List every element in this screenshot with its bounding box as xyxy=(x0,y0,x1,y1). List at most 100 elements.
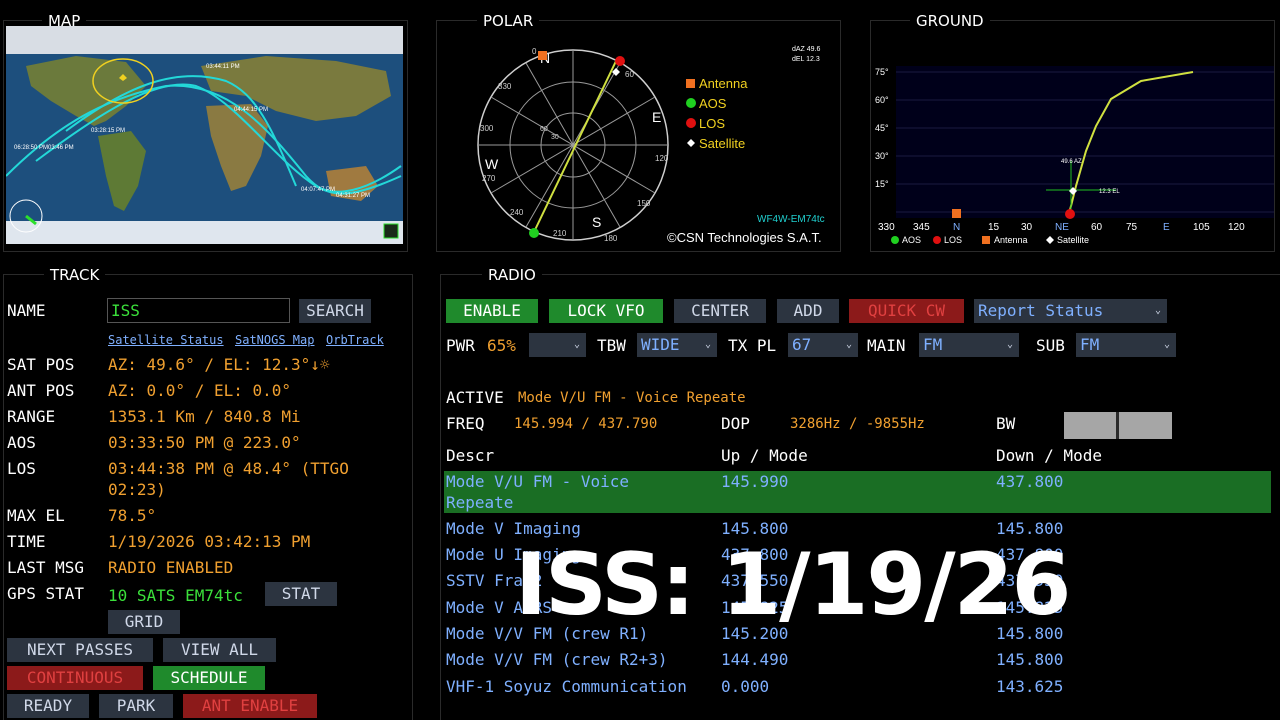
main-select[interactable]: FM ⌄ xyxy=(919,333,1019,357)
polar-plot: N E S W 0 330 300 270 240 210 180 150 12… xyxy=(477,46,825,245)
tbw-label: TBW xyxy=(597,336,626,355)
polar-deg-240: 240 xyxy=(510,208,524,217)
dop-label: DOP xyxy=(721,414,750,433)
ready-button[interactable]: READY xyxy=(7,694,89,718)
stat-button[interactable]: STAT xyxy=(265,582,337,606)
ground-plot: 75° 60° 45° 30° 15° 49.6 AZ 12.3 EL 330 … xyxy=(875,66,1274,245)
satellite-status-link[interactable]: Satellite Status xyxy=(108,333,224,347)
row-down: 145.800 xyxy=(996,650,1064,669)
ground-x-n: N xyxy=(953,222,960,233)
max-el-label: MAX EL xyxy=(7,506,65,525)
polar-s: S xyxy=(592,214,601,230)
satellite-name-input[interactable]: ISS xyxy=(107,298,290,323)
track-title: TRACK xyxy=(44,266,106,284)
ground-legend-satellite: Satellite xyxy=(1057,235,1089,245)
center-button[interactable]: CENTER xyxy=(674,299,766,323)
orbit-time-label: 04:31:27 PM xyxy=(336,193,370,199)
last-msg-label: LAST MSG xyxy=(7,558,85,577)
continuous-button[interactable]: CONTINUOUS xyxy=(7,666,143,690)
row-descr: Mode V/V FM (crew R2+3) xyxy=(446,650,668,669)
orbit-time-label: 03:46 PM xyxy=(48,145,74,151)
chevron-down-icon: ⌄ xyxy=(1006,339,1013,350)
lock-vfo-button[interactable]: LOCK VFO xyxy=(549,299,663,323)
ground-y-60: 60° xyxy=(875,95,889,105)
add-button[interactable]: ADD xyxy=(777,299,839,323)
bw-slider-handle[interactable] xyxy=(1116,412,1119,439)
overlay-title: ISS: 1/19/26 xyxy=(515,535,1071,635)
gps-stat-value: 10 SATS EM74tc xyxy=(108,586,243,605)
ground-x-105: 105 xyxy=(1193,222,1210,233)
col-down-mode: Down / Mode xyxy=(996,446,1102,465)
last-msg-value: RADIO ENABLED xyxy=(108,558,234,577)
polar-del: dEL 12.3 xyxy=(792,56,820,63)
next-passes-button[interactable]: NEXT PASSES xyxy=(7,638,153,662)
ground-el: 12.3 EL xyxy=(1099,189,1120,195)
active-value: Mode V/U FM - Voice Repeate xyxy=(518,390,746,406)
polar-w: W xyxy=(485,156,499,172)
orbit-time-label: 03:28:15 PM xyxy=(91,128,125,134)
ground-x-15: 15 xyxy=(988,222,1000,233)
row-up: 145.990 xyxy=(721,472,789,491)
ground-legend-antenna: Antenna xyxy=(994,235,1028,245)
schedule-button[interactable]: SCHEDULE xyxy=(153,666,265,690)
polar-deg-300: 300 xyxy=(480,124,494,133)
report-status-select[interactable]: Report Status ⌄ xyxy=(974,299,1167,323)
max-el-value: 78.5° xyxy=(108,506,157,525)
table-row[interactable]: Mode V/U FM - Voice Repeate 145.990 437.… xyxy=(444,471,1271,513)
chevron-down-icon: ⌄ xyxy=(845,339,852,350)
world-map[interactable]: 03:28:15 PM 06:28:50 PM 03:46 PM 04:44:15 P… xyxy=(6,26,403,244)
grid-button[interactable]: GRID xyxy=(108,610,180,634)
view-all-button[interactable]: VIEW ALL xyxy=(163,638,276,662)
polar-daz: dAZ 49.6 xyxy=(792,46,821,53)
bw-slider[interactable] xyxy=(1064,412,1172,439)
chevron-down-icon: ⌄ xyxy=(573,339,580,350)
aos-label: AOS xyxy=(7,433,36,452)
aos-value: 03:33:50 PM @ 223.0° xyxy=(108,433,301,452)
dop-value: 3286Hz / -9855Hz xyxy=(790,416,925,432)
chevron-down-icon: ⌄ xyxy=(1163,339,1170,350)
row-down: 143.625 xyxy=(996,677,1064,696)
range-label: RANGE xyxy=(7,407,56,426)
legend-satellite: Satellite xyxy=(699,136,745,151)
satnogs-map-link[interactable]: SatNOGS Map xyxy=(235,333,314,347)
sat-pos-value: AZ: 49.6° / EL: 12.3°↓☼ xyxy=(108,355,330,374)
freq-label: FREQ xyxy=(446,414,485,433)
ground-x-ne: NE xyxy=(1055,222,1069,233)
sub-label: SUB xyxy=(1036,336,1065,355)
polar-deg-270: 270 xyxy=(482,174,496,183)
ground-y-30: 30° xyxy=(875,151,889,161)
time-value: 1/19/2026 03:42:13 PM xyxy=(108,532,311,551)
los-value-cont: 02:23) xyxy=(108,480,166,499)
chevron-down-icon: ⌄ xyxy=(704,339,711,350)
orbit-time-label: 06:28:50 PM xyxy=(14,145,48,151)
legend-antenna: Antenna xyxy=(699,76,748,91)
name-label: NAME xyxy=(7,301,46,320)
tx-pl-select[interactable]: 67 ⌄ xyxy=(788,333,858,357)
table-row[interactable]: Mode V/V FM (crew R2+3) 144.490 145.800 xyxy=(444,647,1271,673)
orbtrack-link[interactable]: OrbTrack xyxy=(326,333,384,347)
quick-cw-button[interactable]: QUICK CW xyxy=(849,299,964,323)
ground-x-60: 60 xyxy=(1091,222,1103,233)
ground-x-330: 330 xyxy=(878,222,895,233)
los-value: 03:44:38 PM @ 48.4° (TTGO xyxy=(108,459,349,478)
row-descr-cont: Repeate xyxy=(446,493,514,512)
search-button[interactable]: SEARCH xyxy=(299,299,371,323)
ground-x-e: E xyxy=(1163,222,1170,233)
legend-aos: AOS xyxy=(699,96,727,111)
tbw-select[interactable]: WIDE ⌄ xyxy=(637,333,717,357)
park-button[interactable]: PARK xyxy=(99,694,173,718)
ground-legend-aos: AOS xyxy=(902,235,921,245)
sub-select[interactable]: FM ⌄ xyxy=(1076,333,1176,357)
polar-deg-180: 180 xyxy=(604,234,618,243)
table-row[interactable]: VHF-1 Soyuz Communication 0.000 143.625 xyxy=(444,674,1271,700)
chevron-down-icon: ⌄ xyxy=(1154,305,1161,316)
pwr-value: 65% xyxy=(487,336,516,355)
ant-enable-button[interactable]: ANT ENABLE xyxy=(183,694,317,718)
polar-deg-330: 330 xyxy=(498,82,512,91)
orbit-time-label: 04:44:15 PM xyxy=(234,107,268,113)
row-up: 144.490 xyxy=(721,650,789,669)
polar-ring-60: 60 xyxy=(540,126,548,133)
enable-button[interactable]: ENABLE xyxy=(446,299,538,323)
pwr-select[interactable]: ⌄ xyxy=(529,333,586,357)
ground-az: 49.6 AZ xyxy=(1061,159,1082,165)
